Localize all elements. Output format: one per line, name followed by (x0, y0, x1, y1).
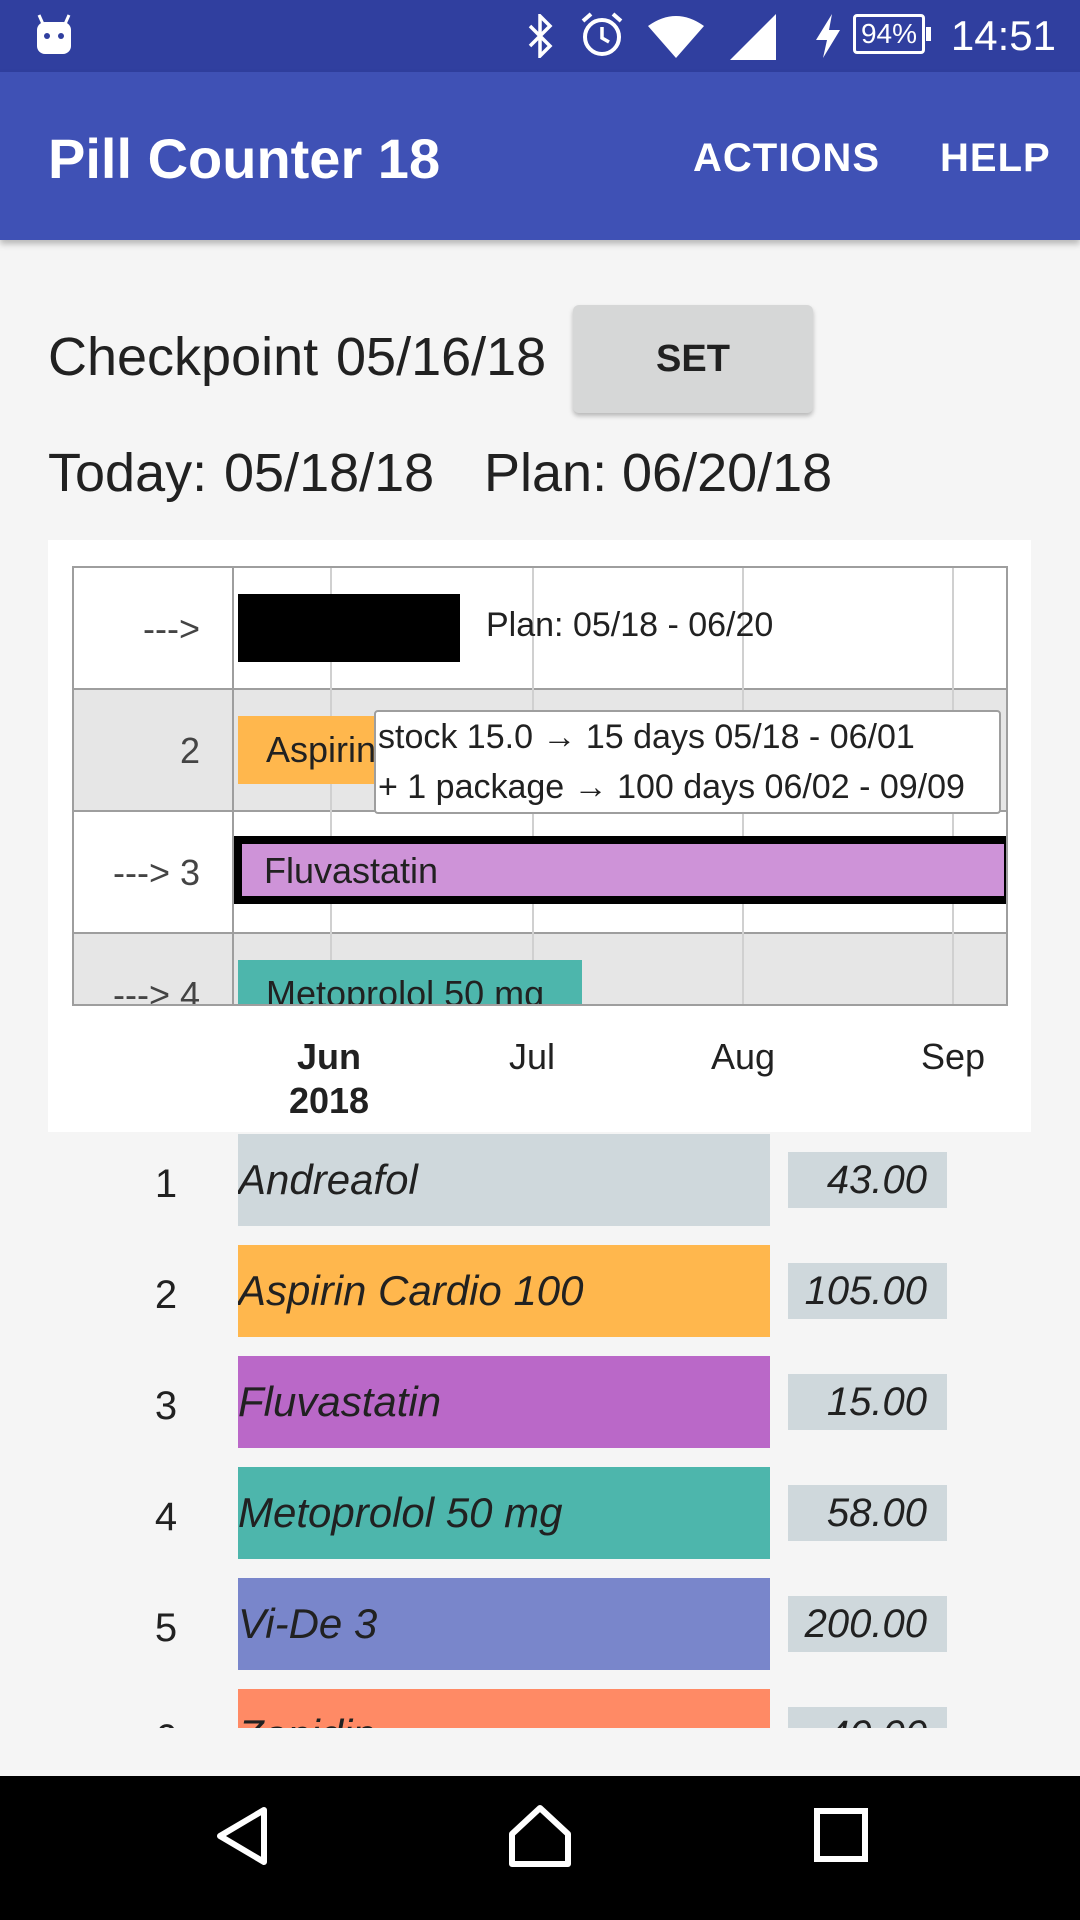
alarm-icon (581, 12, 623, 56)
metoprolol-bar[interactable]: Metoprolol 50 mg (238, 960, 582, 1004)
medication-list[interactable]: 1 Andreafol 43.00 2 Aspirin Cardio 100 1… (0, 1130, 1080, 1728)
med-name[interactable]: Metoprolol 50 mg (238, 1467, 770, 1559)
charging-icon (816, 14, 840, 58)
plan-range-label: Plan: 05/18 - 06/20 (486, 606, 774, 644)
actions-menu-button[interactable]: ACTIONS (693, 136, 880, 181)
x-axis-year: 2018 (288, 1080, 370, 1121)
med-count[interactable]: 40.00 (788, 1707, 947, 1728)
help-menu-button[interactable]: HELP (940, 136, 1051, 181)
med-number: 6 (136, 1717, 196, 1728)
x-tick-label: Jul (508, 1036, 556, 1077)
aspirin-bar[interactable]: Aspirin (238, 716, 378, 784)
med-name[interactable]: Andreafol (238, 1134, 770, 1226)
med-name[interactable]: Vi-De 3 (238, 1578, 770, 1670)
fluvastatin-bar[interactable]: Fluvastatin (234, 836, 1006, 904)
chart-label-separator (232, 568, 234, 1004)
med-number: 5 (154, 1606, 178, 1650)
status-bar: 94% 14:51 (0, 0, 1080, 72)
med-name[interactable]: Aspirin Cardio 100 (238, 1245, 770, 1337)
med-count[interactable]: 43.00 (788, 1152, 947, 1208)
chart-tooltip: stock 15.0 → 15 days 05/18 - 06/01 + 1 p… (374, 710, 1001, 814)
tooltip-line: + 1 package → 100 days 06/02 - 09/09 (378, 768, 965, 806)
app-bar: Pill Counter 18 ACTIONS HELP (0, 72, 1080, 240)
checkpoint-label: Checkpoint (48, 327, 319, 387)
today-label: Today: (48, 443, 208, 503)
recents-icon[interactable] (812, 1806, 872, 1866)
today-date: 05/18/18 (224, 443, 435, 503)
plan-date[interactable]: 06/20/18 (622, 442, 832, 504)
wifi-icon (648, 16, 704, 58)
back-icon[interactable] (212, 1804, 272, 1868)
med-count[interactable]: 15.00 (788, 1374, 947, 1430)
home-icon[interactable] (506, 1802, 574, 1870)
med-count[interactable]: 58.00 (788, 1485, 947, 1541)
med-name[interactable]: Fluvastatin (238, 1356, 770, 1448)
x-tick-label: Jun (296, 1036, 361, 1077)
android-debug-icon (37, 14, 71, 54)
med-number: 4 (154, 1495, 178, 1539)
checkpoint-date: 05/16/18 (336, 327, 547, 387)
set-checkpoint-button[interactable]: SET (573, 305, 813, 413)
navigation-bar (0, 1776, 1080, 1920)
plan-label: Plan: (484, 443, 608, 503)
chart-row-label: ---> (143, 608, 200, 649)
x-tick-label: Aug (710, 1036, 776, 1077)
med-name[interactable]: Zanidip (238, 1689, 770, 1728)
x-tick-label: Sep (920, 1036, 986, 1077)
med-count[interactable]: 200.00 (788, 1596, 947, 1652)
battery-icon: 94% (853, 14, 931, 54)
med-count[interactable]: 105.00 (788, 1263, 947, 1319)
signal-icon (730, 14, 776, 60)
bluetooth-icon (528, 14, 553, 58)
tooltip-line: stock 15.0 → 15 days 05/18 - 06/01 (378, 718, 915, 756)
plan-bar[interactable] (238, 594, 460, 662)
app-title: Pill Counter 18 (48, 127, 441, 190)
chart-row-label: ---> 3 (112, 852, 200, 893)
chart-row-label: 2 (179, 730, 200, 771)
clock: 14:51 (950, 12, 1056, 59)
med-number: 3 (154, 1384, 178, 1428)
chart-row-label: ---> 4 (112, 974, 200, 1006)
med-number: 1 (154, 1162, 178, 1206)
med-number: 2 (154, 1273, 178, 1317)
